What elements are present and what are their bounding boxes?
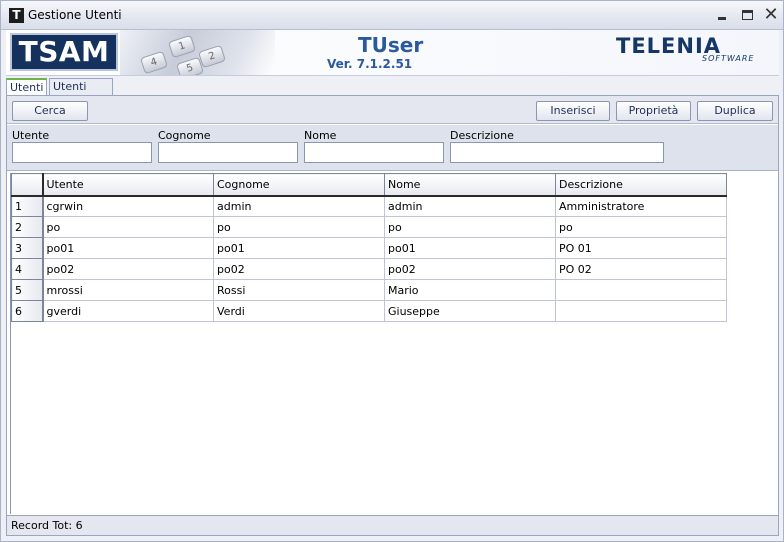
tab-utenti[interactable]: Utenti xyxy=(6,78,47,95)
window-title: Gestione Utenti xyxy=(28,8,122,22)
properties-button[interactable]: Proprietà xyxy=(616,101,691,121)
duplicate-button[interactable]: Duplica xyxy=(697,101,773,121)
cell-nome[interactable]: po02 xyxy=(384,258,556,280)
app-icon: T xyxy=(9,8,24,23)
user-filter-label: Utente xyxy=(12,129,50,142)
maximize-icon xyxy=(741,10,753,20)
header-row: Utente Cognome Nome Descrizione xyxy=(11,173,727,197)
cell-cognome[interactable]: Rossi xyxy=(213,279,385,301)
cell-descrizione[interactable]: Amministratore xyxy=(555,195,727,217)
minimize-button[interactable] xyxy=(711,5,733,25)
cell-utente[interactable]: cgrwin xyxy=(42,195,214,217)
table-row[interactable]: 4 po02 po02 po02 PO 02 xyxy=(11,258,727,280)
filter-bar: Utente Cognome Nome Descrizione xyxy=(7,125,778,171)
description-filter-input[interactable] xyxy=(450,142,664,163)
users-table: Utente Cognome Nome Descrizione 1 cgrwin… xyxy=(11,173,727,322)
keypad-key: 1 xyxy=(167,34,197,59)
name-filter-label: Nome xyxy=(304,129,337,142)
main-window: T Gestione Utenti ✕ TSAM 4 1 2 5 TUser V… xyxy=(0,0,784,542)
cell-descrizione[interactable]: PO 02 xyxy=(555,258,727,280)
app-version: Ver. 7.1.2.51 xyxy=(327,57,413,71)
column-header-descrizione[interactable]: Descrizione xyxy=(555,173,727,197)
close-button[interactable]: ✕ xyxy=(760,5,782,25)
minimize-icon xyxy=(718,17,726,20)
cell-nome[interactable]: po01 xyxy=(384,237,556,259)
toolbar: Cerca Inserisci Proprietà Duplica xyxy=(7,96,778,124)
cell-descrizione[interactable] xyxy=(555,279,727,301)
users-grid[interactable]: Utente Cognome Nome Descrizione 1 cgrwin… xyxy=(10,173,777,514)
cell-cognome[interactable]: admin xyxy=(213,195,385,217)
cell-nome[interactable]: Mario xyxy=(384,279,556,301)
table-row[interactable]: 3 po01 po01 po01 PO 01 xyxy=(11,237,727,259)
status-bar: Record Tot: 6 xyxy=(7,515,778,535)
cell-utente[interactable]: po02 xyxy=(42,258,214,280)
cell-descrizione[interactable] xyxy=(555,300,727,322)
cell-descrizione[interactable]: po xyxy=(555,216,727,238)
cell-utente[interactable]: po xyxy=(42,216,214,238)
record-count: Record Tot: 6 xyxy=(11,519,83,532)
search-button[interactable]: Cerca xyxy=(12,101,88,121)
cell-cognome[interactable]: po01 xyxy=(213,237,385,259)
cell-cognome[interactable]: po xyxy=(213,216,385,238)
keypad-image: 4 1 2 5 xyxy=(120,30,275,75)
header-corner xyxy=(11,173,44,197)
cell-nome[interactable]: po xyxy=(384,216,556,238)
name-filter-input[interactable] xyxy=(304,142,444,163)
cell-utente[interactable]: po01 xyxy=(42,237,214,259)
row-number[interactable]: 6 xyxy=(11,300,44,322)
insert-button[interactable]: Inserisci xyxy=(536,101,610,121)
column-header-utente[interactable]: Utente xyxy=(42,173,214,197)
row-number[interactable]: 4 xyxy=(11,258,44,280)
cell-cognome[interactable]: po02 xyxy=(213,258,385,280)
cell-utente[interactable]: mrossi xyxy=(42,279,214,301)
column-header-nome[interactable]: Nome xyxy=(384,173,556,197)
title-bar[interactable]: T Gestione Utenti ✕ xyxy=(1,1,783,30)
cell-nome[interactable]: admin xyxy=(384,195,556,217)
telenia-logo-subtitle: SOFTWARE xyxy=(702,54,755,63)
surname-filter-input[interactable] xyxy=(158,142,298,163)
cell-nome[interactable]: Giuseppe xyxy=(384,300,556,322)
header-banner: TSAM 4 1 2 5 TUser Ver. 7.1.2.51 TELENIA… xyxy=(6,30,779,76)
surname-filter-label: Cognome xyxy=(158,129,211,142)
user-filter-input[interactable] xyxy=(12,142,152,163)
column-header-cognome[interactable]: Cognome xyxy=(213,173,385,197)
tsam-logo: TSAM xyxy=(10,33,118,71)
cell-descrizione[interactable]: PO 01 xyxy=(555,237,727,259)
row-number[interactable]: 5 xyxy=(11,279,44,301)
app-name: TUser xyxy=(358,33,424,57)
table-row[interactable]: 1 cgrwin admin admin Amministratore xyxy=(11,195,727,217)
table-row[interactable]: 2 po po po po xyxy=(11,216,727,238)
keypad-key: 4 xyxy=(139,50,169,75)
table-row[interactable]: 5 mrossi Rossi Mario xyxy=(11,279,727,301)
cell-utente[interactable]: gverdi xyxy=(42,300,214,322)
description-filter-label: Descrizione xyxy=(450,129,514,142)
users-panel: Cerca Inserisci Proprietà Duplica Utente… xyxy=(6,95,779,536)
row-number[interactable]: 1 xyxy=(11,195,44,217)
tab-utenti-cdc[interactable]: Utenti CDC xyxy=(49,78,113,109)
row-number[interactable]: 3 xyxy=(11,237,44,259)
table-row[interactable]: 6 gverdi Verdi Giuseppe xyxy=(11,300,727,322)
keypad-key: 5 xyxy=(175,56,205,75)
keypad-key: 2 xyxy=(197,44,227,69)
row-number[interactable]: 2 xyxy=(11,216,44,238)
maximize-button[interactable] xyxy=(736,5,758,25)
close-icon: ✕ xyxy=(763,4,779,25)
cell-cognome[interactable]: Verdi xyxy=(213,300,385,322)
